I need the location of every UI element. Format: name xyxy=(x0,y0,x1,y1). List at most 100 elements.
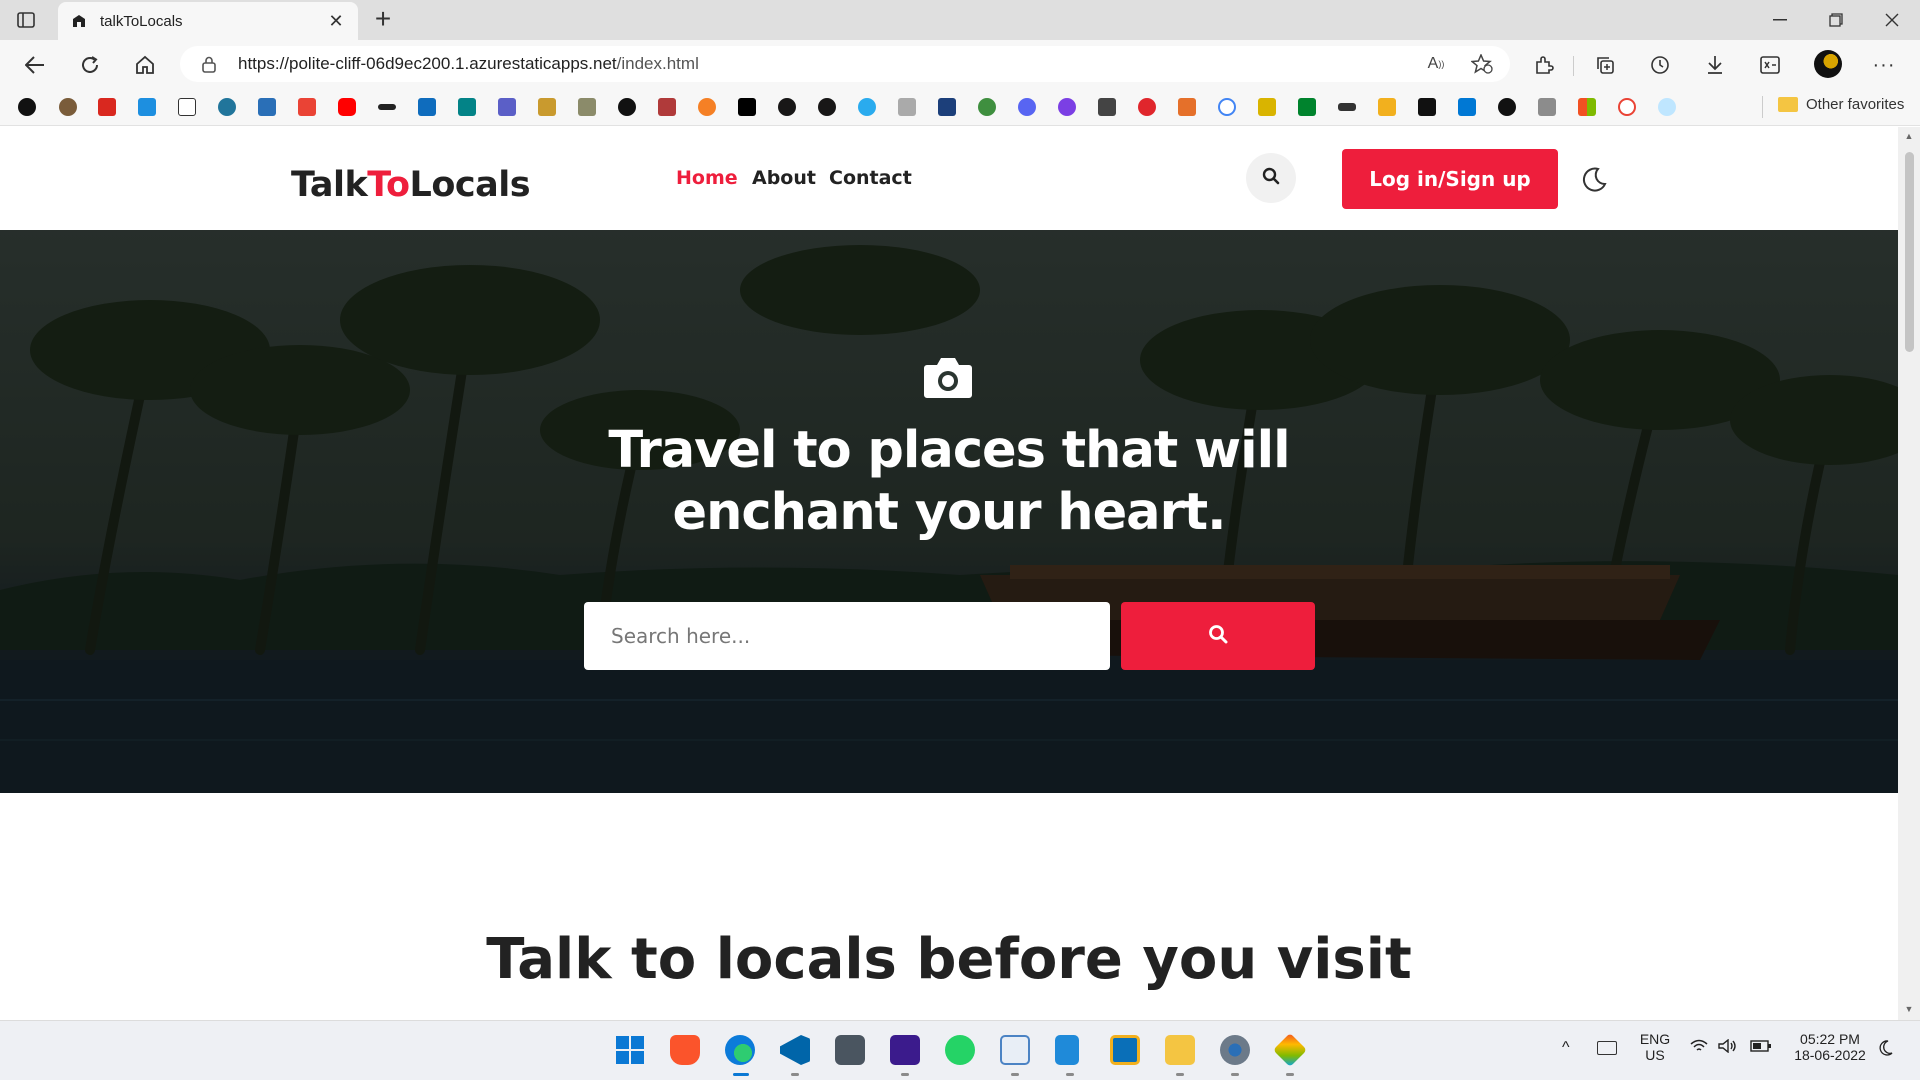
brave-browser-icon[interactable] xyxy=(670,1035,700,1065)
downloads-icon[interactable] xyxy=(1698,48,1732,82)
favorite-site-icon[interactable] xyxy=(1178,98,1196,116)
tray-overflow-chevron-icon[interactable]: ^ xyxy=(1562,1039,1570,1057)
favorite-site-icon[interactable] xyxy=(1538,98,1556,116)
favorite-site-icon[interactable] xyxy=(1058,98,1076,116)
performance-monitor-icon[interactable] xyxy=(1000,1035,1030,1065)
favorite-outlook-icon[interactable] xyxy=(418,98,436,116)
app-icon[interactable] xyxy=(1273,1033,1307,1067)
remote-desktop-icon[interactable] xyxy=(1110,1035,1140,1065)
vscode-icon[interactable] xyxy=(780,1035,810,1065)
favorite-site-icon[interactable] xyxy=(1138,98,1156,116)
favorite-github-icon[interactable] xyxy=(818,98,836,116)
clock[interactable]: 05:22 PM 18-06-2022 xyxy=(1780,1031,1880,1063)
favorite-site-icon[interactable] xyxy=(258,98,276,116)
wifi-icon[interactable] xyxy=(1690,1039,1708,1056)
favorite-site-icon[interactable] xyxy=(1378,98,1396,116)
favorite-site-icon[interactable] xyxy=(1418,98,1436,116)
favorite-telegram-icon[interactable] xyxy=(858,98,876,116)
keyboard-icon[interactable] xyxy=(1597,1041,1617,1055)
restore-button[interactable] xyxy=(1808,0,1864,40)
favorite-site-icon[interactable] xyxy=(1338,103,1356,111)
favorite-pdf-icon[interactable] xyxy=(98,98,116,116)
login-signup-button[interactable]: Log in/Sign up xyxy=(1342,149,1558,209)
scroll-thumb[interactable] xyxy=(1905,152,1914,352)
collections-icon[interactable] xyxy=(1588,48,1622,82)
notepad-icon[interactable] xyxy=(1055,1035,1079,1065)
nav-about-link[interactable]: About xyxy=(752,167,816,189)
other-favorites-folder[interactable]: Other favorites xyxy=(1778,96,1904,113)
favorite-meet-icon[interactable] xyxy=(1298,98,1316,116)
page-scrollbar[interactable]: ▲ ▼ xyxy=(1898,127,1920,1020)
history-icon[interactable] xyxy=(1643,48,1677,82)
settings-gear-icon[interactable] xyxy=(1220,1035,1250,1065)
favorite-site-icon[interactable] xyxy=(138,98,156,116)
favorite-teams-icon[interactable] xyxy=(498,98,516,116)
home-button[interactable] xyxy=(128,48,162,82)
favorite-site-icon[interactable] xyxy=(978,98,996,116)
favorite-github-icon[interactable] xyxy=(778,98,796,116)
math-solver-icon[interactable] xyxy=(1753,48,1787,82)
favorite-site-icon[interactable] xyxy=(658,98,676,116)
favorite-microsoft-icon[interactable] xyxy=(1578,98,1596,116)
favorite-site-icon[interactable] xyxy=(1258,98,1276,116)
camera-app-icon[interactable] xyxy=(835,1035,865,1065)
tab-actions-icon[interactable] xyxy=(14,9,38,31)
read-aloud-icon[interactable]: A)) xyxy=(1422,52,1450,76)
favorite-site-icon[interactable] xyxy=(1098,98,1116,116)
favorite-document-icon[interactable] xyxy=(178,98,196,116)
favorite-site-icon[interactable] xyxy=(18,98,36,116)
tab-close-icon[interactable]: ✕ xyxy=(326,11,346,32)
hero-search-input[interactable] xyxy=(584,602,1110,670)
extensions-icon[interactable] xyxy=(1527,48,1561,82)
favorite-site-icon[interactable] xyxy=(578,98,596,116)
dark-mode-toggle-icon[interactable] xyxy=(1580,166,1608,194)
favorite-site-icon[interactable] xyxy=(378,104,396,110)
favorite-shield-icon[interactable] xyxy=(938,98,956,116)
hero-search-button[interactable] xyxy=(1121,602,1315,670)
back-button[interactable] xyxy=(18,48,52,82)
scroll-down-icon[interactable]: ▼ xyxy=(1904,1004,1914,1014)
language-indicator[interactable]: ENG US xyxy=(1630,1031,1680,1063)
favorite-hackerrank-icon[interactable] xyxy=(738,98,756,116)
address-bar[interactable]: https://polite-cliff-06d9ec200.1.azurest… xyxy=(180,46,1510,82)
whatsapp-icon[interactable] xyxy=(945,1035,975,1065)
refresh-button[interactable] xyxy=(73,48,107,82)
favorite-sharepoint-icon[interactable] xyxy=(458,98,476,116)
favorite-site-icon[interactable] xyxy=(618,98,636,116)
close-window-button[interactable] xyxy=(1864,0,1920,40)
nav-home-link[interactable]: Home xyxy=(676,167,738,189)
hero-content: Travel to places that will enchant your … xyxy=(0,230,1898,793)
favorite-youtube-icon[interactable] xyxy=(338,98,356,116)
favorite-google-icon[interactable] xyxy=(1618,98,1636,116)
nav-contact-link[interactable]: Contact xyxy=(829,167,912,189)
favorite-azure-icon[interactable] xyxy=(1458,98,1476,116)
app-indicator xyxy=(791,1073,799,1076)
favorite-gmail-icon[interactable] xyxy=(298,98,316,116)
header-search-button[interactable] xyxy=(1246,153,1296,203)
notifications-icon[interactable] xyxy=(1878,1039,1894,1060)
file-explorer-icon[interactable] xyxy=(1165,1035,1195,1065)
battery-icon[interactable] xyxy=(1750,1039,1772,1056)
site-logo[interactable]: TalkToLocals xyxy=(291,165,531,205)
browser-tab-active[interactable]: talkToLocals ✕ xyxy=(58,2,358,40)
favorite-site-icon[interactable] xyxy=(1498,98,1516,116)
favorite-site-icon[interactable] xyxy=(898,98,916,116)
volume-icon[interactable] xyxy=(1718,1038,1738,1056)
edge-browser-icon[interactable] xyxy=(725,1035,755,1065)
favorite-site-icon[interactable] xyxy=(538,98,556,116)
favorite-cloud-icon[interactable] xyxy=(1658,98,1676,116)
more-options-icon[interactable]: ··· xyxy=(1867,48,1901,82)
lock-icon[interactable] xyxy=(200,55,218,73)
favorite-discord-icon[interactable] xyxy=(1018,98,1036,116)
minimize-button[interactable] xyxy=(1752,0,1808,40)
favorite-site-icon[interactable] xyxy=(698,98,716,116)
profile-avatar[interactable] xyxy=(1814,50,1842,78)
amazon-music-icon[interactable] xyxy=(890,1035,920,1065)
scroll-up-icon[interactable]: ▲ xyxy=(1904,131,1914,141)
new-tab-button[interactable]: + xyxy=(368,5,398,35)
favorite-wordpress-icon[interactable] xyxy=(218,98,236,116)
favorite-google-icon[interactable] xyxy=(1218,98,1236,116)
favorite-site-icon[interactable] xyxy=(59,98,77,116)
add-favorite-icon[interactable] xyxy=(1468,52,1496,76)
start-icon[interactable] xyxy=(615,1035,645,1065)
